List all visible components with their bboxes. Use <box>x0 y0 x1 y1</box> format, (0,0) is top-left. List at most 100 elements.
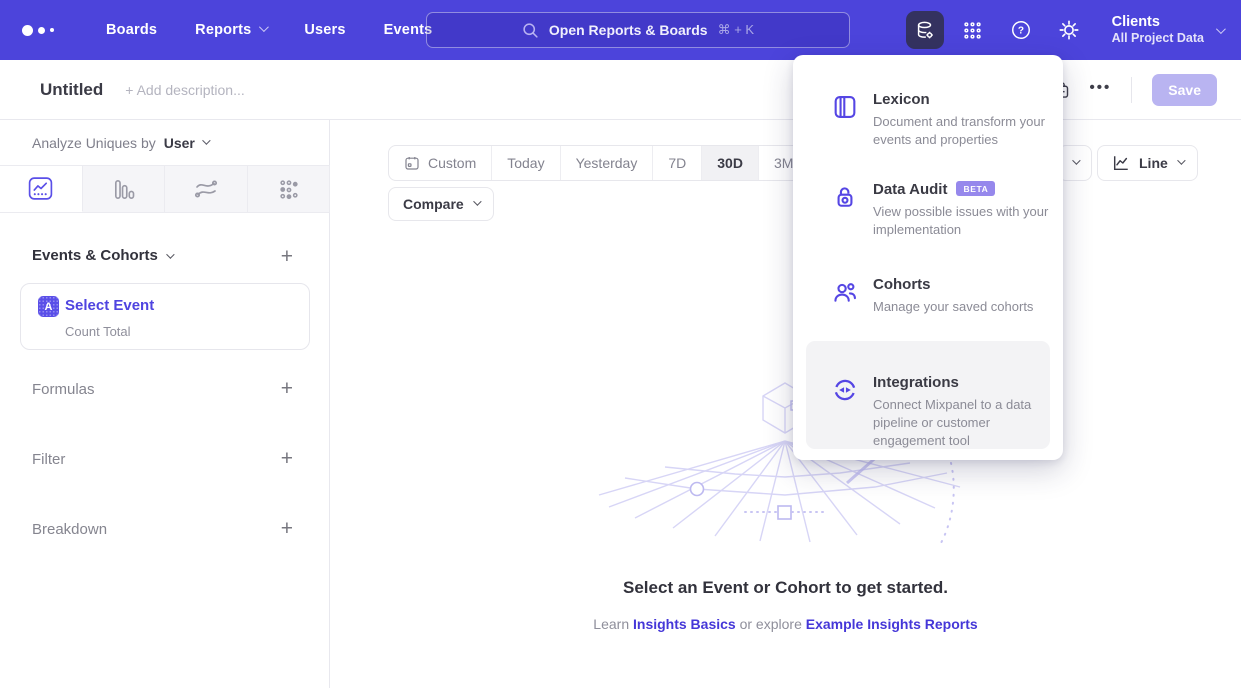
value-mode-dropdown[interactable] <box>1058 145 1092 181</box>
analyze-value: User <box>164 135 195 151</box>
event-aggregation-label[interactable]: Count Total <box>65 324 131 339</box>
formulas-section-label: Formulas <box>32 381 95 398</box>
nav-item-label: Users <box>304 22 345 38</box>
top-navigation-bar: Boards Reports Users Events Open Reports… <box>0 0 1241 60</box>
flow-tab-icon <box>193 176 219 202</box>
query-builder-sidebar: Analyze Uniques by User <box>0 120 330 688</box>
apps-grid-button[interactable] <box>954 11 992 49</box>
report-title[interactable]: Untitled <box>40 80 103 100</box>
logo-dot-icon <box>50 28 54 32</box>
chart-type-label: Line <box>1139 155 1168 171</box>
date-range-label: 7D <box>668 155 686 171</box>
calendar-icon <box>404 155 420 171</box>
chevron-down-icon <box>473 197 481 205</box>
empty-state-links: Learn Insights Basics or explore Example… <box>330 616 1241 632</box>
menu-item-description: View possible issues with your implement… <box>873 203 1051 239</box>
chevron-down-icon <box>1216 24 1226 34</box>
date-range-label: 30D <box>717 155 743 171</box>
global-search-input[interactable]: Open Reports & Boards ⌘ + K <box>426 12 850 48</box>
logo-dot-icon <box>38 27 45 34</box>
date-range-custom[interactable]: Custom <box>389 146 492 180</box>
date-range-label: Custom <box>428 155 476 171</box>
select-event-button[interactable]: Select Event <box>65 297 154 314</box>
data-audit-icon <box>831 183 859 211</box>
chart-type-tabs <box>0 165 330 213</box>
menu-item-title: Data Audit <box>873 181 947 198</box>
bar-chart-tab-icon <box>111 177 136 202</box>
nav-item-label: Reports <box>195 22 251 38</box>
help-icon: ? <box>1010 19 1032 41</box>
app-window: Boards Reports Users Events Open Reports… <box>0 0 1241 688</box>
date-range-7d[interactable]: 7D <box>653 146 702 180</box>
date-range-30d-selected[interactable]: 30D <box>702 146 759 180</box>
logo-dot-icon <box>22 25 33 36</box>
empty-state-title: Select an Event or Cohort to get started… <box>330 578 1241 598</box>
save-button[interactable]: Save <box>1152 74 1217 106</box>
add-formula-button[interactable]: + <box>281 378 293 399</box>
mixpanel-logo[interactable] <box>22 25 68 36</box>
breakdown-section-label: Breakdown <box>32 521 107 538</box>
chart-type-dropdown[interactable]: Line <box>1097 145 1198 181</box>
events-cohorts-header[interactable]: Events & Cohorts <box>32 247 172 264</box>
chevron-down-icon <box>1072 156 1080 164</box>
database-gear-icon <box>914 19 936 41</box>
project-name: Clients <box>1112 13 1204 31</box>
date-range-today[interactable]: Today <box>492 146 560 180</box>
search-shortcut: ⌘ + K <box>718 22 755 38</box>
tab-insights-line[interactable] <box>0 166 83 212</box>
tab-flow-chart[interactable] <box>165 166 248 212</box>
chevron-down-icon <box>166 250 174 258</box>
nav-item-boards[interactable]: Boards <box>106 22 157 38</box>
add-event-button[interactable]: + <box>281 246 293 267</box>
beta-badge: BETA <box>956 181 995 196</box>
date-range-label: 3M <box>774 155 793 171</box>
filter-section-label: Filter <box>32 451 65 468</box>
chevron-down-icon <box>202 136 210 144</box>
data-management-button[interactable] <box>906 11 944 49</box>
apps-grid-icon <box>962 20 983 41</box>
more-options-button[interactable]: ••• <box>1090 79 1112 96</box>
example-insights-reports-link[interactable]: Example Insights Reports <box>806 616 978 632</box>
learn-prefix: Learn <box>593 616 629 632</box>
tab-bar-chart[interactable] <box>83 166 166 212</box>
help-button[interactable]: ? <box>1002 11 1040 49</box>
event-card[interactable]: A Select Event Count Total <box>20 283 310 350</box>
project-selector[interactable]: Clients All Project Data <box>1112 13 1223 47</box>
menu-item-title: Integrations <box>873 374 959 391</box>
divider <box>1131 77 1132 103</box>
chevron-down-icon <box>259 22 269 32</box>
line-chart-tab-icon <box>27 175 54 202</box>
date-range-label: Today <box>507 155 544 171</box>
date-range-control: Custom Today Yesterday 7D 30D 3M 6M <box>388 145 860 181</box>
search-placeholder: Open Reports & Boards <box>549 22 708 38</box>
event-letter-badge: A <box>38 296 59 317</box>
nav-item-users[interactable]: Users <box>304 22 345 38</box>
add-description-field[interactable]: + Add description... <box>125 82 244 98</box>
date-range-yesterday[interactable]: Yesterday <box>561 146 654 180</box>
svg-text:?: ? <box>1018 26 1024 37</box>
settings-gear-icon <box>1058 19 1080 41</box>
search-icon <box>522 22 539 39</box>
nav-item-reports[interactable]: Reports <box>195 22 266 38</box>
compare-button[interactable]: Compare <box>388 187 494 221</box>
nav-items: Boards Reports Users Events <box>106 22 432 38</box>
analyze-by-selector[interactable]: User <box>164 135 208 151</box>
add-breakdown-button[interactable]: + <box>281 518 293 539</box>
settings-button[interactable] <box>1050 11 1088 49</box>
header-actions: ••• Save <box>1050 60 1217 120</box>
analyze-prefix-label: Analyze Uniques by <box>32 135 156 151</box>
menu-item-title: Cohorts <box>873 276 931 293</box>
compare-label: Compare <box>403 196 464 212</box>
menu-item-title: Lexicon <box>873 91 930 108</box>
add-filter-button[interactable]: + <box>281 448 293 469</box>
menu-item-description: Connect Mixpanel to a data pipeline or c… <box>873 396 1051 450</box>
line-chart-icon <box>1112 154 1130 172</box>
menu-item-description: Manage your saved cohorts <box>873 298 1051 316</box>
lexicon-icon <box>831 93 859 121</box>
cohorts-icon <box>831 278 859 306</box>
tab-scatter-chart[interactable] <box>248 166 331 212</box>
empty-state: Select an Event or Cohort to get started… <box>330 578 1241 632</box>
insights-basics-link[interactable]: Insights Basics <box>633 616 736 632</box>
analyze-uniques-row: Analyze Uniques by User <box>32 135 208 151</box>
events-cohorts-label: Events & Cohorts <box>32 247 158 264</box>
